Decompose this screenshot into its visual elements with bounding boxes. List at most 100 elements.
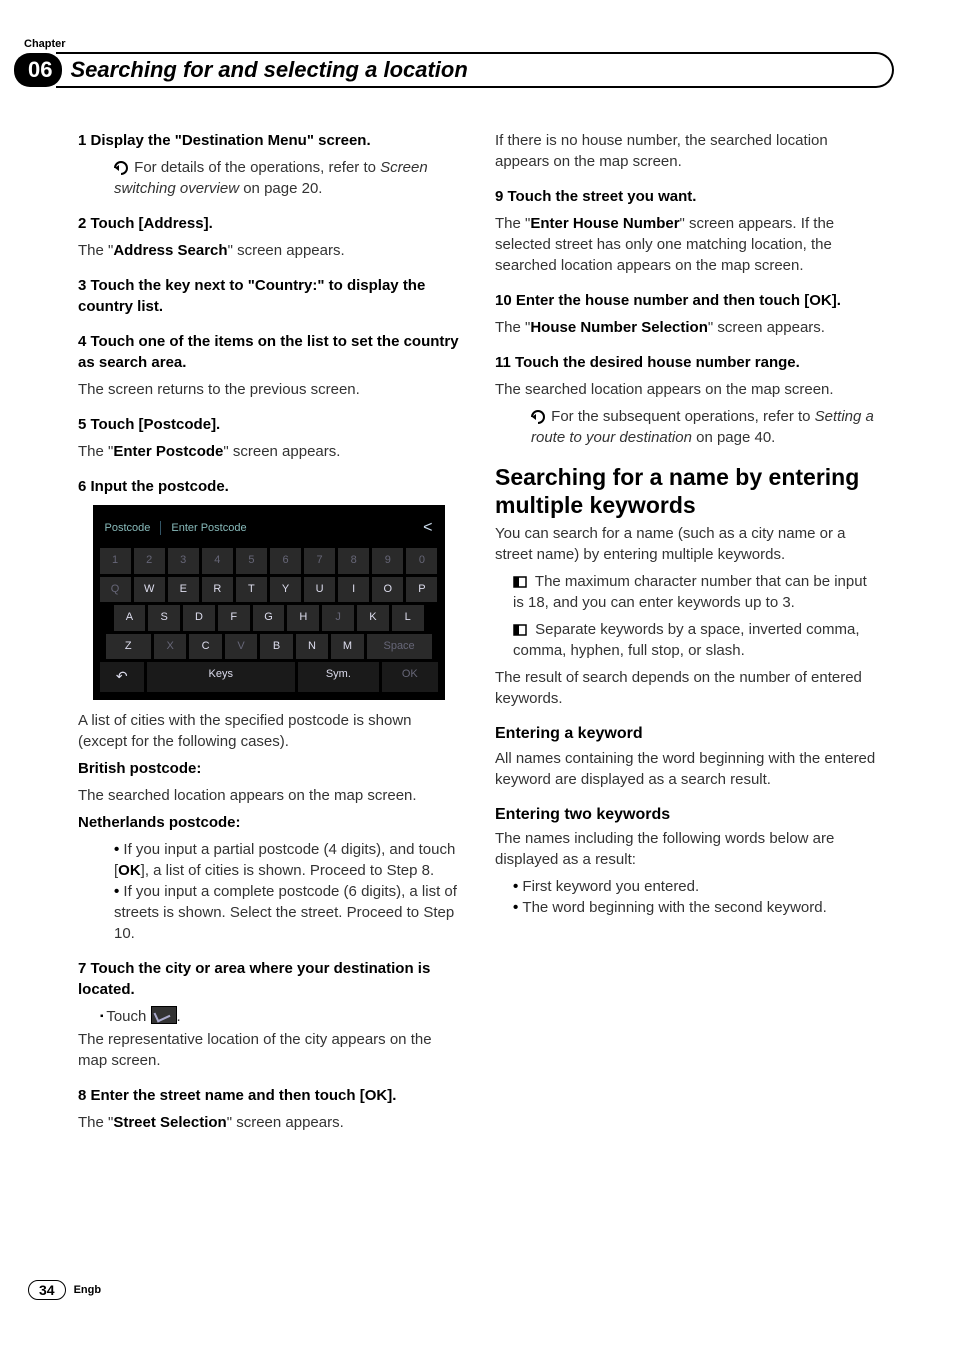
step-5: 5 Touch [Postcode]. The "Enter Postcode"… [78,414,459,462]
page-language: Engb [74,1284,102,1296]
after-keyboard-text: A list of cities with the specified post… [78,710,459,752]
key-t[interactable]: T [235,576,268,603]
content-columns: 1 Display the "Destination Menu" screen.… [78,130,876,1147]
step-2: 2 Touch [Address]. The "Address Search" … [78,213,459,261]
note-box-icon [513,624,527,636]
key-m[interactable]: M [330,633,364,660]
step-5-head: 5 Touch [Postcode]. [78,414,459,435]
key-8[interactable]: 8 [337,547,370,574]
key-x[interactable]: X [153,633,187,660]
section-after: The result of search depends on the numb… [495,667,876,709]
key-f[interactable]: F [217,604,251,631]
chapter-label: Chapter [24,38,66,50]
key-b[interactable]: B [259,633,293,660]
step-11-refer: For the subsequent operations, refer to … [531,406,876,448]
key-a[interactable]: A [113,604,147,631]
key-2[interactable]: 2 [133,547,166,574]
netherlands-item-2: If you input a complete postcode (6 digi… [114,881,459,944]
key-0[interactable]: 0 [405,547,438,574]
step-8-body: The "Street Selection" screen appears. [78,1112,459,1133]
s9-bold: Enter House Number [530,215,679,232]
chapter-title: Searching for and selecting a location [70,57,467,83]
key-k[interactable]: K [356,604,390,631]
keyboard-bottom-row: ↶ Keys Sym. OK [99,661,439,693]
left-column: 1 Display the "Destination Menu" screen.… [78,130,459,1147]
note-box-icon [513,576,527,588]
step-6: 6 Input the postcode. Postcode Enter Pos… [78,476,459,944]
keyboard-sym-button[interactable]: Sym. [297,661,380,693]
key-6[interactable]: 6 [269,547,302,574]
goto-icon [531,410,547,424]
step-4-body: The screen returns to the previous scree… [78,379,459,400]
keyboard-undo-button[interactable]: ↶ [99,661,145,693]
key-s[interactable]: S [147,604,181,631]
step-4: 4 Touch one of the items on the list to … [78,331,459,400]
s5-bold: Enter Postcode [113,443,223,460]
subheading-b-body: The names including the following words … [495,828,876,870]
keyboard-row-3: A S D F G H J K L [99,604,439,631]
keyboard-screenshot: Postcode Enter Postcode < 1 2 3 4 5 6 7 … [93,505,445,700]
key-n[interactable]: N [295,633,329,660]
note-2: Separate keywords by a space, inverted c… [495,619,876,661]
keyboard-row-1: 1 2 3 4 5 6 7 8 9 0 [99,547,439,574]
s10-post: " screen appears. [708,319,825,336]
key-w[interactable]: W [133,576,166,603]
s11-refer-pre: For the subsequent operations, refer to [551,408,815,425]
key-o[interactable]: O [371,576,404,603]
step-7-body: The representative location of the city … [78,1029,459,1071]
keyboard-placeholder: Enter Postcode [171,521,246,536]
key-7[interactable]: 7 [303,547,336,574]
key-z[interactable]: Z [105,633,152,660]
key-d[interactable]: D [182,604,216,631]
right-column: If there is no house number, the searche… [495,130,876,1147]
keyboard-backspace-icon[interactable]: < [423,517,432,539]
key-r[interactable]: R [201,576,234,603]
section-heading: Searching for a name by entering multipl… [495,464,876,519]
key-h[interactable]: H [286,604,320,631]
step-2-head: 2 Touch [Address]. [78,213,459,234]
key-j[interactable]: J [321,604,355,631]
step-11-head: 11 Touch the desired house number range. [495,352,876,373]
keyboard-top-bar: Postcode Enter Postcode < [99,515,439,547]
key-c[interactable]: C [188,633,222,660]
key-1[interactable]: 1 [99,547,132,574]
step-1-refer-post: on page 20. [239,180,322,197]
netherlands-list: If you input a partial postcode (4 digit… [78,839,459,944]
neth-b1-post: ], a list of cities is shown. Proceed to… [141,862,434,879]
step-1: 1 Display the "Destination Menu" screen.… [78,130,459,199]
key-v[interactable]: V [224,633,258,660]
netherlands-postcode-head: Netherlands postcode: [78,812,459,833]
step-5-body: The "Enter Postcode" screen appears. [78,441,459,462]
key-q[interactable]: Q [99,576,132,603]
step-7: 7 Touch the city or area where your dest… [78,958,459,1071]
step-10-body: The "House Number Selection" screen appe… [495,317,876,338]
key-5[interactable]: 5 [235,547,268,574]
keyboard-keys-button[interactable]: Keys [146,661,296,693]
note-2-text: Separate keywords by a space, inverted c… [513,621,860,659]
s10-bold: House Number Selection [530,319,708,336]
key-3[interactable]: 3 [167,547,200,574]
note-1-text: The maximum character number that can be… [513,573,867,611]
step-1-head: 1 Display the "Destination Menu" screen. [78,130,459,151]
note-1: The maximum character number that can be… [495,571,876,613]
key-y[interactable]: Y [269,576,302,603]
key-e[interactable]: E [167,576,200,603]
key-4[interactable]: 4 [201,547,234,574]
keyboard-ok-button[interactable]: OK [381,661,438,693]
s2-bold: Address Search [113,242,227,259]
page-footer: 34 Engb [28,1280,101,1300]
key-p[interactable]: P [405,576,438,603]
subheading-a: Entering a keyword [495,723,876,745]
goto-icon [114,161,130,175]
step-1-refer: For details of the operations, refer to … [114,157,459,199]
key-i[interactable]: I [337,576,370,603]
key-space[interactable]: Space [366,633,433,660]
key-l[interactable]: L [391,604,425,631]
key-g[interactable]: G [252,604,286,631]
step-8-head: 8 Enter the street name and then touch [… [78,1085,459,1106]
key-u[interactable]: U [303,576,336,603]
subheading-a-body: All names containing the word beginning … [495,748,876,790]
step-7-head: 7 Touch the city or area where your dest… [78,958,459,1000]
key-9[interactable]: 9 [371,547,404,574]
s8-bold: Street Selection [113,1114,226,1131]
